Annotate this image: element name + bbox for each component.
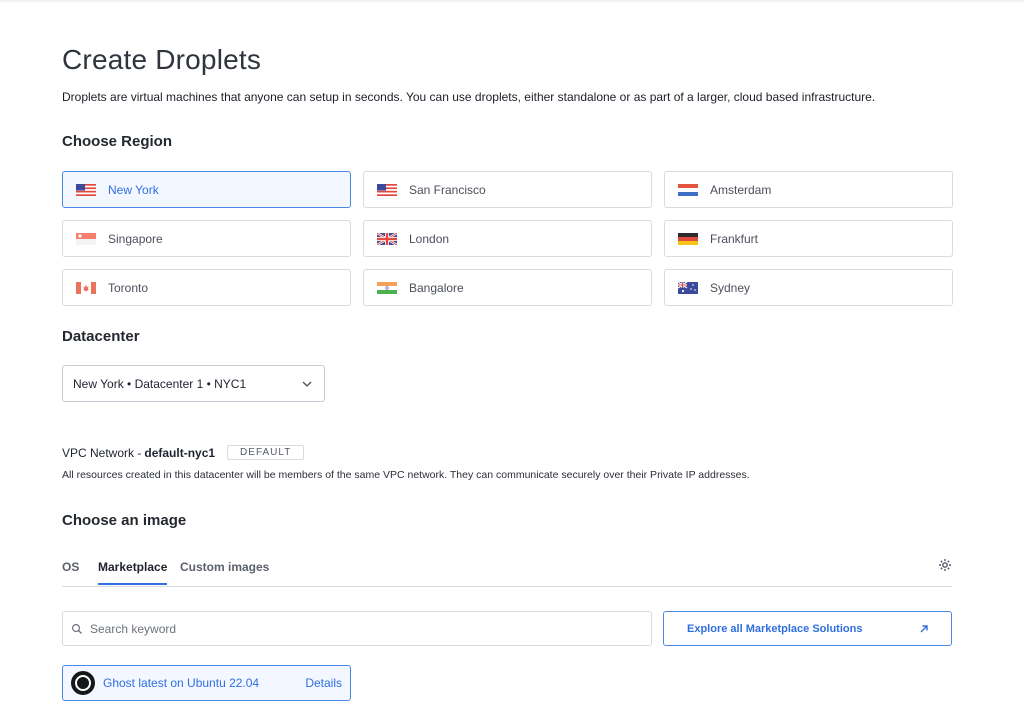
choose-image-heading: Choose an image [62,512,187,529]
region-card-frankfurt[interactable]: Frankfurt [664,220,953,257]
germany-flag-icon [678,232,698,245]
region-label: Bangalore [409,280,464,295]
page-title: Create Droplets [62,44,262,75]
page-subtitle: Droplets are virtual machines that anyon… [62,90,876,104]
search-icon [71,623,82,634]
region-label: London [409,231,450,246]
vpc-label: VPC Network - [62,445,142,460]
ghost-logo-icon [71,671,95,695]
search-input[interactable] [88,620,651,637]
vpc-description: All resources created in this datacenter… [62,469,750,481]
region-card-singapore[interactable]: Singapore [62,220,351,257]
singapore-flag-icon [76,232,96,245]
region-grid: New York San Francisco Amsterdam Singapo… [62,171,953,306]
tab-custom-images[interactable]: Custom images [180,560,269,583]
app-details-link[interactable]: Details [305,676,342,690]
region-label: Toronto [108,280,149,295]
region-label: San Francisco [409,182,486,197]
choose-region-heading: Choose Region [62,133,173,150]
datacenter-select[interactable]: New York • Datacenter 1 • NYC1 [62,365,325,402]
vpc-name: default-nyc1 [144,445,216,460]
tab-os[interactable]: OS [62,560,79,583]
image-tabs: OS Marketplace Custom images [62,558,952,587]
top-divider [0,0,1024,2]
app-name: Ghost latest on Ubuntu 22.04 [103,676,260,690]
datacenter-heading: Datacenter [62,328,140,345]
region-label: Sydney [710,280,751,295]
gear-icon[interactable] [938,558,952,572]
region-label: Singapore [108,231,163,246]
region-label: Amsterdam [710,182,772,197]
vpc-default-badge: DEFAULT [227,445,305,460]
explore-marketplace-label: Explore all Marketplace Solutions [687,622,863,635]
tab-marketplace[interactable]: Marketplace [98,560,168,585]
region-card-new-york[interactable]: New York [62,171,351,208]
region-label: New York [108,182,159,197]
us-flag-icon [76,183,96,196]
netherlands-flag-icon [678,183,698,196]
datacenter-select-value: New York • Datacenter 1 • NYC1 [73,376,247,391]
region-card-amsterdam[interactable]: Amsterdam [664,171,953,208]
canada-flag-icon [76,281,96,294]
explore-marketplace-button[interactable]: Explore all Marketplace Solutions [663,611,952,646]
marketplace-app-card[interactable]: Ghost latest on Ubuntu 22.04 Details [62,665,351,701]
region-card-toronto[interactable]: Toronto [62,269,351,306]
region-card-london[interactable]: London [363,220,652,257]
region-card-sydney[interactable]: Sydney [664,269,953,306]
india-flag-icon [377,281,397,294]
region-card-bangalore[interactable]: Bangalore [363,269,652,306]
marketplace-search [62,611,652,646]
us-flag-icon [377,183,397,196]
region-label: Frankfurt [710,231,759,246]
australia-flag-icon [678,281,698,294]
vpc-network-line: VPC Network - default-nyc1 DEFAULT [62,445,305,460]
chevron-down-icon [302,381,312,387]
uk-flag-icon [377,232,397,245]
region-card-san-francisco[interactable]: San Francisco [363,171,652,208]
external-link-arrow-icon [920,624,928,632]
